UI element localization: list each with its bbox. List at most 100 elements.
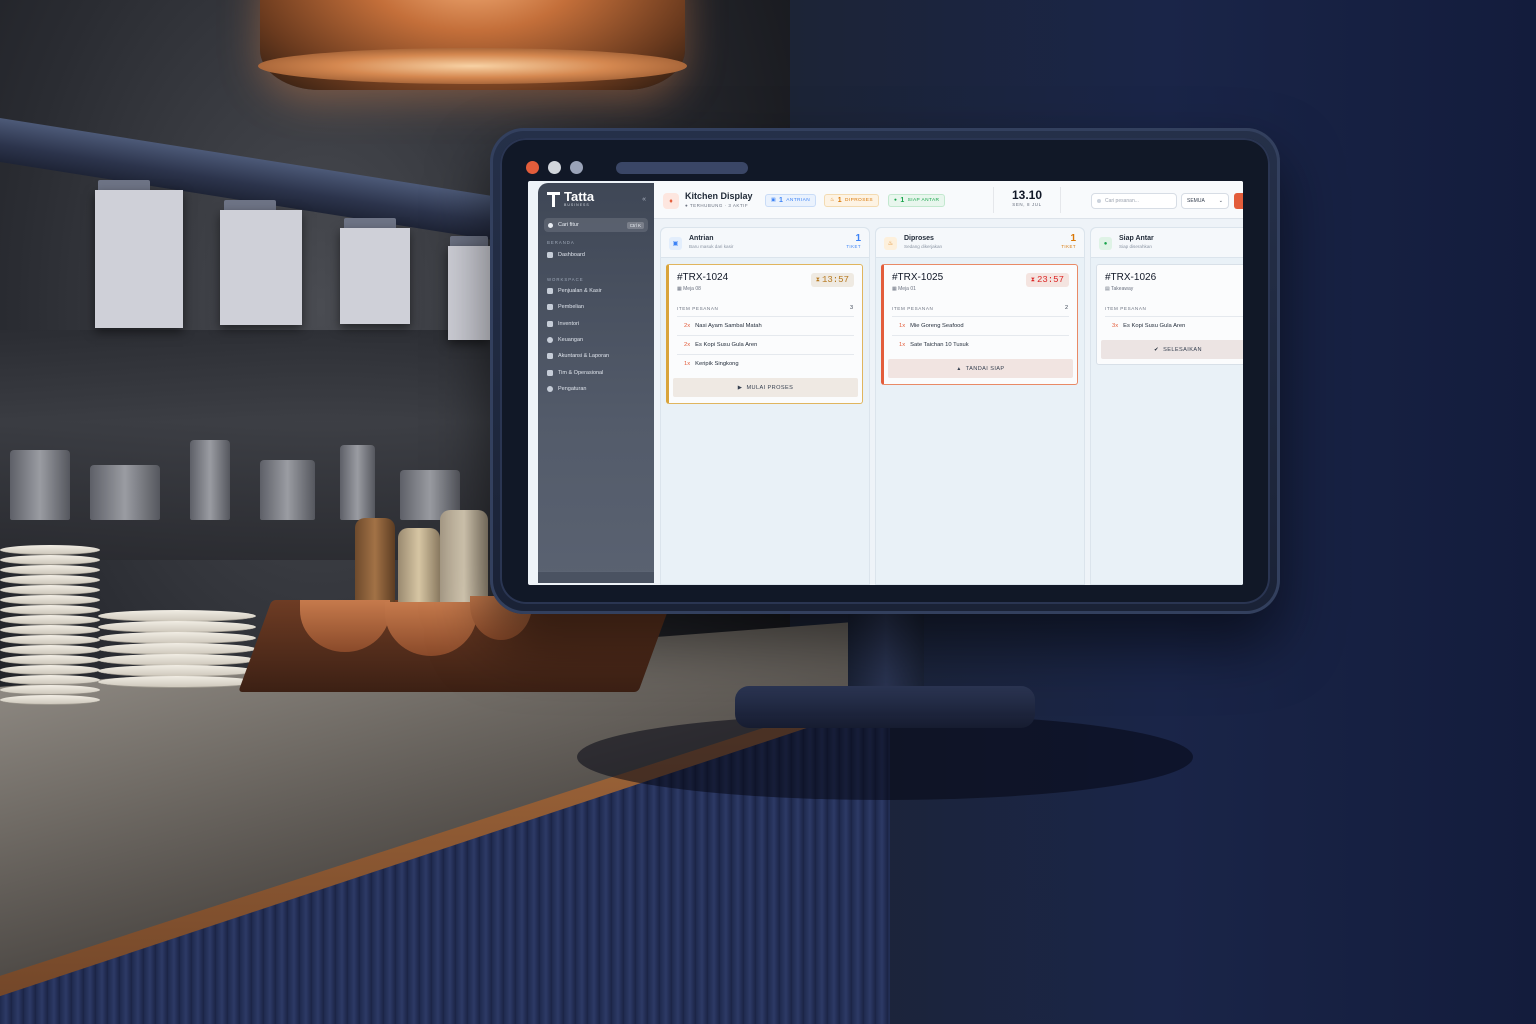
monitor-stand-base xyxy=(735,686,1035,728)
clock-time: 13.10 xyxy=(1011,188,1043,202)
pot xyxy=(340,445,375,520)
filter-value: SEMUA xyxy=(1187,198,1205,204)
button-label: MULAI PROSES xyxy=(746,384,794,391)
address-bar[interactable] xyxy=(616,162,748,174)
item-qty: 1x xyxy=(899,323,906,329)
feature-search[interactable]: Cari fitur Ctrl K xyxy=(544,218,648,232)
sidebar-item-dashboard[interactable]: Dashboard xyxy=(547,252,585,258)
plate xyxy=(0,595,100,605)
clock-date: SEN, 8 JUL xyxy=(1012,202,1042,207)
connection-status: ● TERHUBUNG · 3 AKTIF xyxy=(685,203,749,208)
column-subtitle: Siap diserahkan xyxy=(1119,244,1152,249)
sidebar-item-label: Dashboard xyxy=(558,252,585,258)
order-card[interactable]: #TRX-1025 ▦ Meja 01 ⧗ 23:57 ITEM PESANAN… xyxy=(881,264,1078,385)
item-qty: 1x xyxy=(684,361,691,367)
dashboard-icon xyxy=(547,252,553,258)
bell-icon: ▲ xyxy=(956,365,962,372)
items-section-label: ITEM PESANAN xyxy=(892,306,934,311)
location-label: Meja 08 xyxy=(683,286,701,292)
items-section-label: ITEM PESANAN xyxy=(677,306,719,311)
sidebar-item-accounting[interactable]: Akuntansi & Laporan xyxy=(547,353,609,359)
fire-icon: ♨ xyxy=(884,237,897,250)
plate xyxy=(0,555,100,565)
column-header: ● Siap Antar Siap diserahkan xyxy=(1091,228,1243,258)
plate xyxy=(0,575,100,585)
sidebar-item-inventory[interactable]: Inventori xyxy=(547,321,579,327)
item-name: Mie Goreng Seafood xyxy=(910,323,964,329)
process-count-badge[interactable]: ♨ 1 DIPROSES xyxy=(824,194,879,207)
order-card[interactable]: #TRX-1026 ▤ Takeaway ITEM PESANAN 3x Es … xyxy=(1096,264,1243,365)
timer-value: 23:57 xyxy=(1036,275,1064,285)
column-count-label: TIKET xyxy=(1061,244,1076,249)
sidebar-item-finance[interactable]: Keuangan xyxy=(547,337,583,343)
sidebar-item-settings[interactable]: Pengaturan xyxy=(547,386,586,392)
tatta-logo-icon xyxy=(547,191,560,207)
status-filter-select[interactable]: SEMUA ⌄ xyxy=(1181,193,1229,209)
kitchen-display-app: Tatta BUSINESS « Cari fitur Ctrl K BERAN… xyxy=(528,181,1243,585)
report-icon xyxy=(547,353,553,359)
sidebar-item-team[interactable]: Tim & Operasional xyxy=(547,370,603,376)
timer-value: 13:57 xyxy=(821,275,849,285)
process-label: DIPROSES xyxy=(845,198,873,203)
play-icon: ▶ xyxy=(737,384,743,391)
coin-icon xyxy=(547,337,553,343)
processing-column: ♨ Diproses Sedang dikerjakan 1 TIKET #TR… xyxy=(875,227,1085,585)
plate xyxy=(0,655,100,665)
collapse-sidebar-icon[interactable]: « xyxy=(642,196,646,203)
sidebar-footer xyxy=(538,571,654,583)
order-ticket xyxy=(448,246,490,340)
item-qty: 2x xyxy=(684,342,691,348)
column-count-number: 1 xyxy=(1070,233,1076,244)
ready-count-badge[interactable]: ● 1 SIAP ANTAR xyxy=(888,194,946,207)
sidebar-item-label: Pengaturan xyxy=(558,386,587,392)
pot xyxy=(260,460,315,520)
chevron-down-icon: ⌄ xyxy=(1218,198,1223,204)
plate xyxy=(0,615,100,625)
mark-ready-button[interactable]: ▲ TANDAI SIAP xyxy=(888,359,1073,378)
ready-label: SIAP ANTAR xyxy=(907,198,940,203)
sidebar-item-purchasing[interactable]: Pembelian xyxy=(547,304,584,310)
team-icon xyxy=(547,370,553,376)
maximize-window-icon[interactable] xyxy=(570,161,583,174)
queue-icon: ▣ xyxy=(771,198,776,203)
bottle xyxy=(440,510,488,606)
item-name: Es Kopi Susu Gula Aren xyxy=(1123,323,1186,329)
order-item: 1x Keripik Singkong xyxy=(677,354,854,373)
items-count: 2 xyxy=(1064,305,1068,311)
plate xyxy=(98,676,256,688)
order-card[interactable]: #TRX-1024 ▦ Meja 08 ⧗ 13:57 ITEM PESANAN… xyxy=(666,264,863,404)
order-search-placeholder: Cari pesanan... xyxy=(1105,198,1139,204)
kitchen-icon: ♦ xyxy=(663,193,679,209)
close-window-icon[interactable] xyxy=(526,161,539,174)
brand-logo[interactable]: Tatta BUSINESS xyxy=(547,190,594,207)
page-title: Kitchen Display xyxy=(685,191,753,201)
item-qty: 3x xyxy=(1112,323,1119,329)
column-count-number: 1 xyxy=(855,233,861,244)
item-name: Es Kopi Susu Gula Aren xyxy=(695,342,758,348)
column-header: ♨ Diproses Sedang dikerjakan 1 TIKET xyxy=(876,228,1084,258)
ready-count: 1 xyxy=(900,197,905,204)
plate xyxy=(0,665,100,675)
box-icon xyxy=(547,321,553,327)
queue-count-badge[interactable]: ▣ 1 ANTRIAN xyxy=(765,194,817,207)
cart-icon xyxy=(547,288,553,294)
pot xyxy=(190,440,230,520)
header-action-button[interactable] xyxy=(1234,193,1243,209)
order-search-input[interactable]: Cari pesanan... xyxy=(1091,193,1177,209)
button-label: SELESAIKAN xyxy=(1163,346,1202,353)
complete-order-button[interactable]: ✔ SELESAIKAN xyxy=(1101,340,1243,359)
search-shortcut-badge: Ctrl K xyxy=(626,221,644,229)
order-item: 1x Mie Goreng Seafood xyxy=(892,316,1069,335)
bag-icon xyxy=(547,304,553,310)
plate xyxy=(0,685,100,695)
order-ticket xyxy=(95,190,183,328)
order-timer: ⧗ 23:57 xyxy=(1025,273,1069,287)
minimize-window-icon[interactable] xyxy=(548,161,561,174)
start-process-button[interactable]: ▶ MULAI PROSES xyxy=(673,378,858,397)
plate-stack xyxy=(98,610,256,690)
sidebar-item-sales[interactable]: Penjualan & Kasir xyxy=(547,288,602,294)
column-title: Siap Antar xyxy=(1119,235,1154,242)
order-location: ▦ Meja 08 xyxy=(677,286,701,292)
order-ticket xyxy=(340,228,410,324)
items-section-label: ITEM PESANAN xyxy=(1105,306,1147,311)
